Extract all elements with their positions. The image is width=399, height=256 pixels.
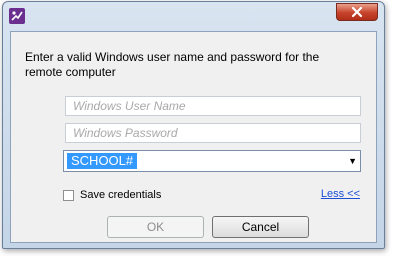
save-credentials-row[interactable]: Save credentials <box>63 188 161 202</box>
cancel-button[interactable]: Cancel <box>212 216 309 238</box>
save-credentials-checkbox[interactable] <box>63 189 74 201</box>
close-icon <box>351 6 363 18</box>
domain-selected-value: SCHOOL# <box>67 153 138 169</box>
dialog-body: Enter a valid Windows user name and pass… <box>10 31 377 243</box>
password-field[interactable] <box>65 123 361 143</box>
title-bar <box>3 2 384 30</box>
login-dialog: Enter a valid Windows user name and pass… <box>2 1 385 249</box>
save-credentials-label: Save credentials <box>80 189 162 201</box>
less-options-link[interactable]: Less << <box>321 188 360 200</box>
domain-select[interactable]: SCHOOL# ▼ <box>63 150 361 172</box>
close-button[interactable] <box>336 3 378 21</box>
remote-desktop-icon <box>9 8 25 24</box>
chevron-down-icon: ▼ <box>348 156 357 166</box>
username-field[interactable] <box>65 96 361 116</box>
ok-button[interactable]: OK <box>107 216 204 238</box>
prompt-text: Enter a valid Windows user name and pass… <box>25 50 320 79</box>
